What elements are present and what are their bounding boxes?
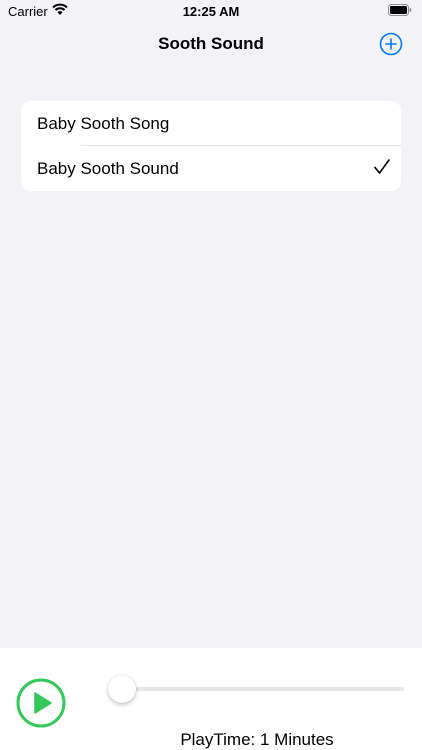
playtime-label: PlayTime: 1 Minutes (180, 730, 334, 749)
list-item-label: Baby Sooth Sound (37, 159, 179, 178)
list-item-label: Baby Sooth Song (37, 114, 170, 133)
sound-list: Baby Sooth Song Baby Sooth Sound (21, 101, 401, 191)
page-title: Sooth Sound (158, 34, 264, 53)
navigation-bar: Sooth Sound (0, 22, 422, 66)
clock: 12:25 AM (182, 4, 240, 19)
plus-circle-icon[interactable] (379, 32, 403, 56)
duration-slider-track[interactable] (112, 687, 404, 691)
battery-icon (388, 4, 412, 16)
play-circle-icon[interactable] (16, 678, 66, 728)
list-item-baby-sooth-song[interactable]: Baby Sooth Song (21, 101, 401, 146)
player-panel: PlayTime: 1 Minutes (0, 648, 422, 750)
list-item-baby-sooth-sound[interactable]: Baby Sooth Sound (21, 146, 401, 191)
status-bar: Carrier 12:25 AM (0, 0, 422, 22)
checkmark-icon (374, 159, 390, 174)
duration-slider-thumb[interactable] (108, 675, 136, 703)
